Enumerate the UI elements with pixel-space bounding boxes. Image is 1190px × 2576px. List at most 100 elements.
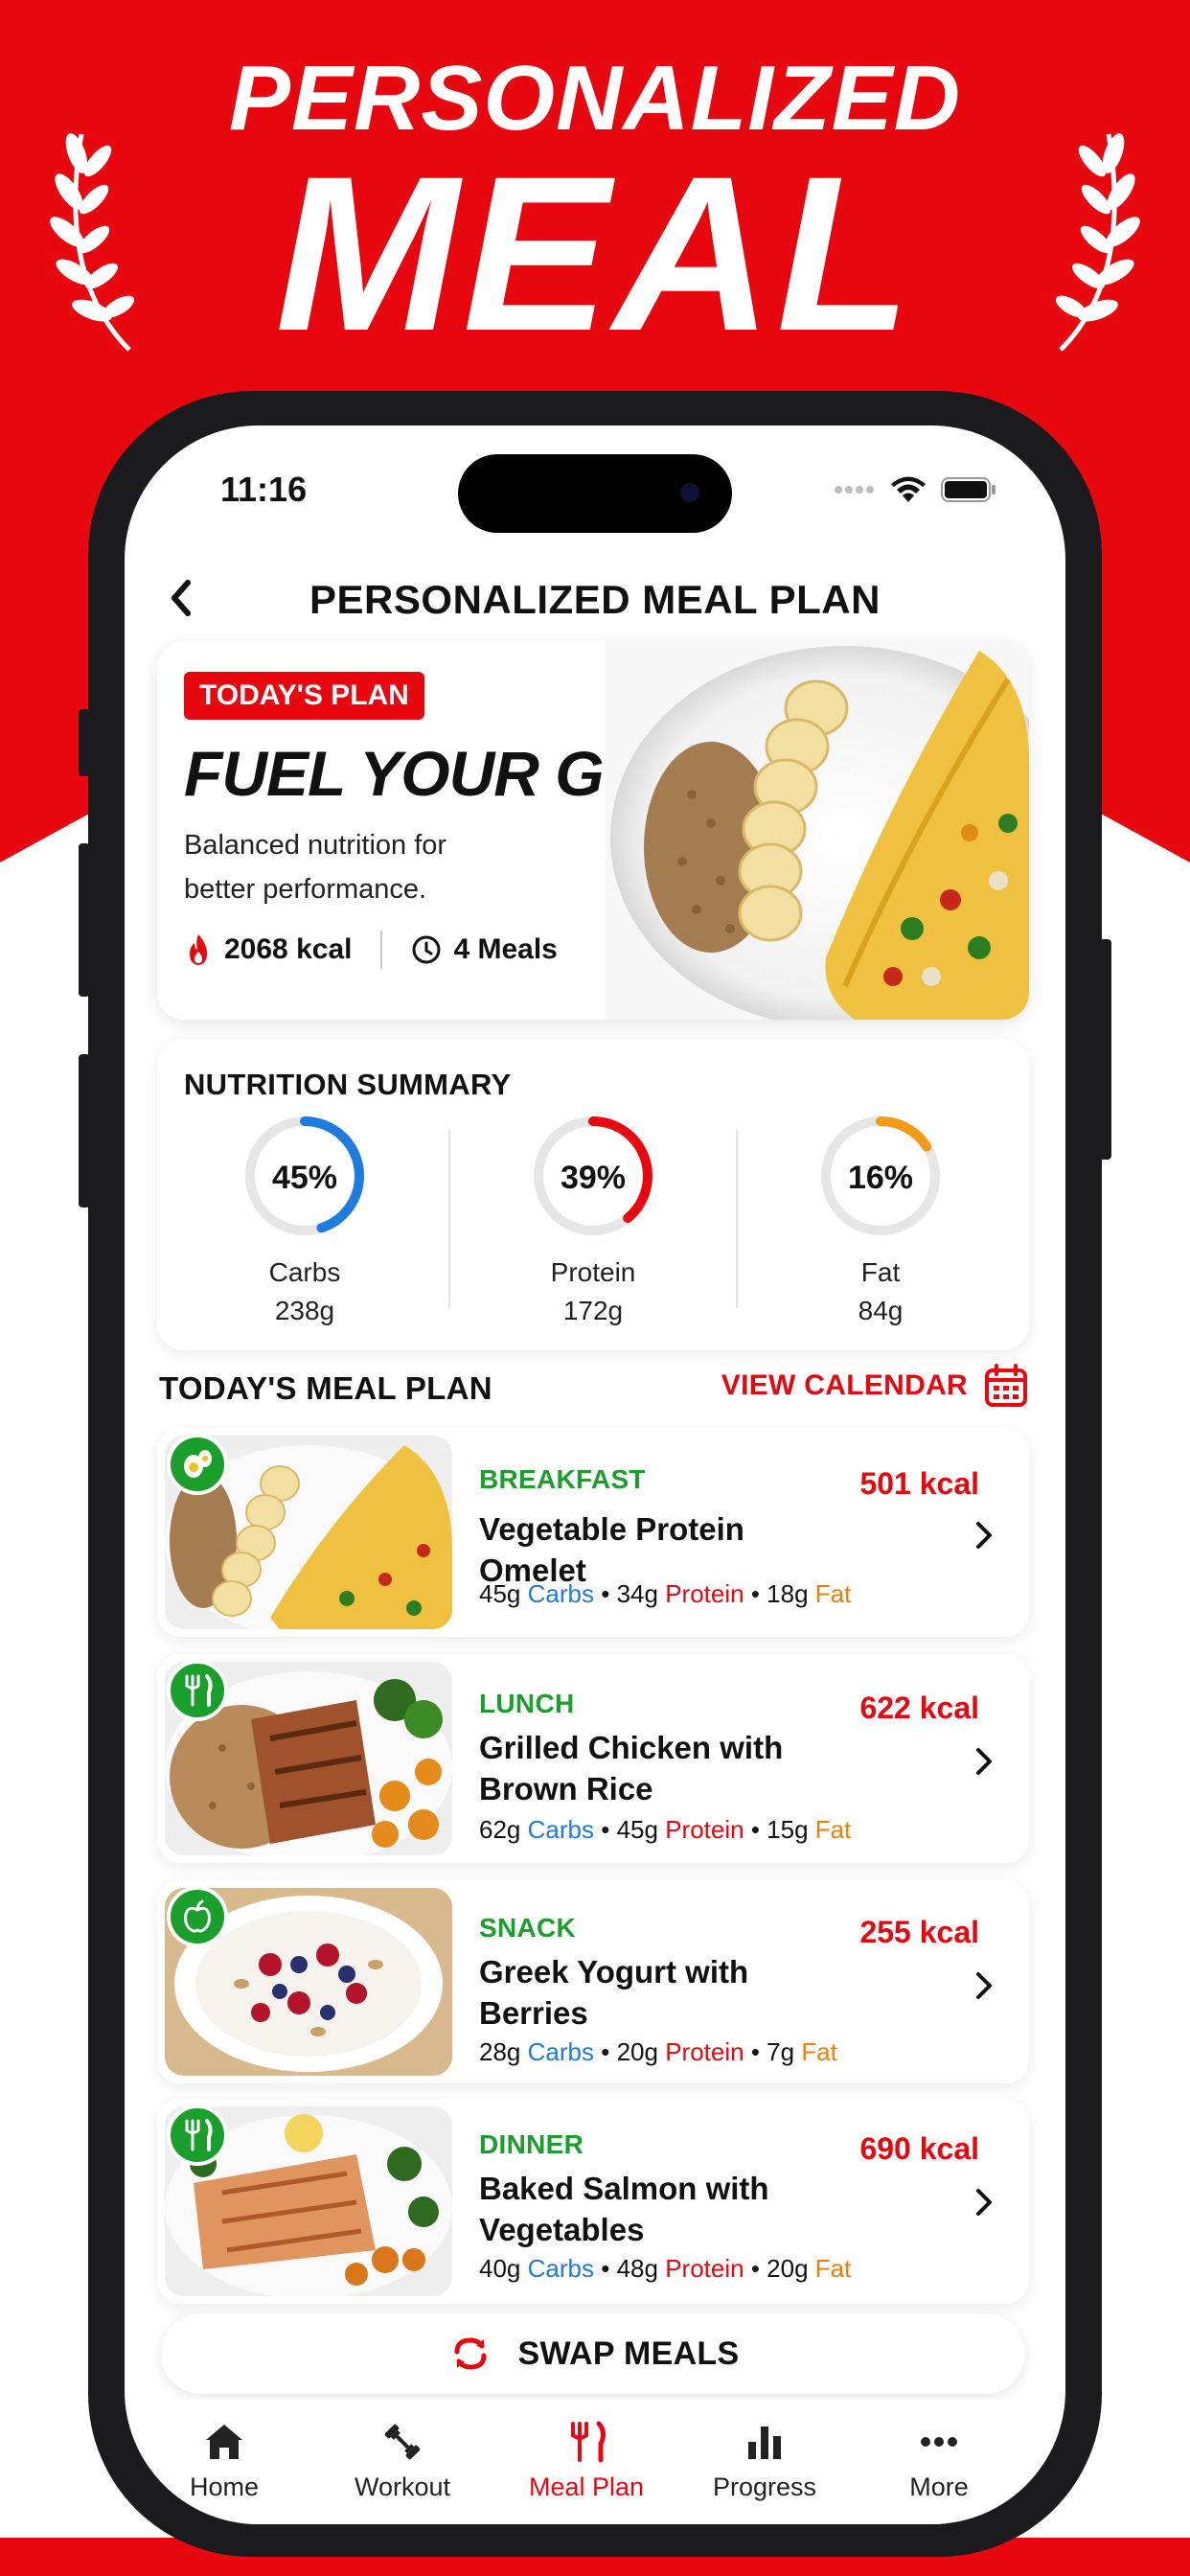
chevron-right-icon[interactable] bbox=[970, 1742, 998, 1781]
todays-plan-badge: TODAY'S PLAN bbox=[184, 672, 424, 720]
fat-amount: 18g bbox=[767, 1579, 809, 1608]
clock-icon bbox=[412, 935, 441, 964]
separator-dot: • bbox=[750, 1579, 760, 1608]
macro-divider bbox=[736, 1130, 738, 1308]
meal-macros: 62g Carbs • 45g Protein • 15g Fat bbox=[479, 1815, 851, 1845]
carbs-grams: 238g bbox=[274, 1296, 335, 1325]
macro-fat: 16% Fat 84g bbox=[746, 1116, 1015, 1336]
fork-knife-icon bbox=[185, 2119, 213, 2151]
meal-card-breakfast[interactable]: BREAKFAST 501 kcal Vegetable Protein Ome… bbox=[157, 1428, 1029, 1637]
home-icon bbox=[206, 2425, 242, 2459]
meal-name: Grilled Chicken with Brown Rice bbox=[479, 1730, 784, 1806]
nutrition-summary-card: NUTRITION SUMMARY 45% Carbs 238g 39% Pro… bbox=[157, 1039, 1029, 1350]
protein-percent: 39% bbox=[560, 1160, 627, 1196]
calorie-value: 2068 kcal bbox=[224, 933, 353, 965]
flame-icon bbox=[190, 934, 207, 965]
view-calendar-link[interactable]: VIEW CALENDAR bbox=[721, 1363, 1029, 1409]
swap-meals-button[interactable]: SWAP MEALS bbox=[161, 2313, 1025, 2394]
carbs-amount: 40g bbox=[479, 2254, 521, 2283]
dynamic-island bbox=[458, 454, 732, 533]
laurel-icon bbox=[1055, 133, 1140, 352]
fat-tag: Fat bbox=[814, 1815, 852, 1844]
hero-subtitle: Balanced nutrition for better performanc… bbox=[184, 830, 447, 905]
fork-knife-icon bbox=[571, 2421, 606, 2463]
separator-dot: • bbox=[750, 1815, 760, 1844]
carbs-amount: 62g bbox=[479, 1815, 521, 1844]
meals-stat: 4 Meals bbox=[411, 933, 558, 966]
separator-dot: • bbox=[601, 1815, 610, 1844]
apple-icon bbox=[184, 1899, 211, 1933]
separator-dot: • bbox=[750, 2254, 760, 2283]
protein-tag: Protein bbox=[665, 2254, 744, 2283]
meal-name: Greek Yogurt with Berries bbox=[479, 1954, 749, 2031]
carbs-tag: Carbs bbox=[527, 1815, 594, 1844]
tab-workout[interactable]: Workout bbox=[316, 2421, 489, 2502]
tab-progress[interactable]: Progress bbox=[678, 2421, 851, 2502]
macro-carbs: 45% Carbs 238g bbox=[171, 1116, 439, 1336]
calorie-stat: 2068 kcal bbox=[184, 932, 352, 967]
calendar-icon bbox=[985, 1364, 1027, 1407]
todays-plan-card[interactable]: TODAY'S PLAN FUEL YOUR GOALS Balanced nu… bbox=[157, 641, 1029, 1020]
meal-calories: 622 kcal bbox=[859, 1690, 979, 1725]
meal-macros: 40g Carbs • 48g Protein • 20g Fat bbox=[479, 2254, 851, 2284]
chevron-right-icon[interactable] bbox=[970, 2183, 998, 2221]
tab-label: Progress bbox=[712, 2472, 817, 2501]
meal-type: DINNER bbox=[479, 2129, 584, 2159]
macro-divider bbox=[448, 1130, 450, 1308]
tab-label: More bbox=[909, 2472, 969, 2501]
chevron-right-icon[interactable] bbox=[970, 1966, 998, 2005]
protein-amount: 20g bbox=[616, 2037, 658, 2066]
protein-amount: 45g bbox=[616, 1815, 658, 1844]
protein-tag: Protein bbox=[665, 1815, 744, 1844]
meal-type: BREAKFAST bbox=[479, 1464, 646, 1494]
swap-icon bbox=[454, 2337, 487, 2370]
view-calendar-label: VIEW CALENDAR bbox=[721, 1369, 968, 1401]
meal-macros: 45g Carbs • 34g Protein • 18g Fat bbox=[479, 1579, 851, 1609]
tab-label: Workout bbox=[354, 2472, 451, 2501]
fat-tag: Fat bbox=[814, 1579, 852, 1608]
meal-card-dinner[interactable]: DINNER 690 kcal Baked Salmon with Vegeta… bbox=[157, 2099, 1029, 2304]
fat-amount: 7g bbox=[767, 2037, 795, 2066]
status-icons bbox=[834, 475, 996, 504]
protein-grams: 172g bbox=[562, 1296, 624, 1325]
omelet-plate-image bbox=[606, 641, 1029, 1020]
page-title: PERSONALIZED MEAL PLAN bbox=[309, 577, 881, 622]
carbs-amount: 45g bbox=[479, 1579, 521, 1608]
carbs-label: Carbs bbox=[268, 1257, 341, 1287]
meal-calories: 255 kcal bbox=[859, 1915, 979, 1949]
status-time: 11:16 bbox=[220, 470, 308, 509]
dinner-badge bbox=[167, 2104, 228, 2166]
fat-tag: Fat bbox=[801, 2037, 837, 2066]
fat-grams: 84g bbox=[858, 1296, 904, 1325]
snack-badge bbox=[167, 1886, 228, 1947]
separator-dot: • bbox=[750, 2037, 760, 2066]
meals-count: 4 Meals bbox=[453, 933, 558, 965]
fat-tag: Fat bbox=[814, 2254, 852, 2283]
meal-plan-section-title: TODAY'S MEAL PLAN bbox=[159, 1370, 492, 1406]
carbs-tag: Carbs bbox=[527, 2254, 594, 2283]
fat-amount: 20g bbox=[767, 2254, 809, 2283]
protein-amount: 34g bbox=[616, 1579, 658, 1608]
macro-protein: 39% Protein 172g bbox=[459, 1116, 727, 1336]
laurel-icon bbox=[50, 133, 135, 352]
chevron-right-icon[interactable] bbox=[970, 1516, 998, 1554]
meal-type: LUNCH bbox=[479, 1689, 575, 1718]
carbs-tag: Carbs bbox=[527, 1579, 594, 1608]
meal-card-snack[interactable]: SNACK 255 kcal Greek Yogurt with Berries… bbox=[157, 1880, 1029, 2083]
meal-type: SNACK bbox=[479, 1913, 577, 1943]
tab-home[interactable]: Home bbox=[138, 2421, 310, 2502]
protein-label: Protein bbox=[550, 1257, 636, 1287]
lunch-badge bbox=[167, 1660, 228, 1721]
meal-macros: 28g Carbs • 20g Protein • 7g Fat bbox=[479, 2037, 837, 2067]
fat-amount: 15g bbox=[767, 1815, 809, 1844]
protein-amount: 48g bbox=[616, 2254, 658, 2283]
tab-meal-plan[interactable]: Meal Plan bbox=[500, 2421, 673, 2502]
tab-more[interactable]: More bbox=[853, 2421, 1025, 2502]
meal-card-lunch[interactable]: LUNCH 622 kcal Grilled Chicken with Brow… bbox=[157, 1654, 1029, 1863]
carbs-tag: Carbs bbox=[527, 2037, 594, 2066]
camera-dot bbox=[680, 483, 699, 502]
separator-dot: • bbox=[601, 2254, 610, 2283]
signal-icon bbox=[835, 486, 874, 494]
tab-bar: Home Workout Meal Plan Progress More bbox=[125, 2400, 1065, 2524]
nutrition-summary-title: NUTRITION SUMMARY bbox=[184, 1068, 512, 1101]
